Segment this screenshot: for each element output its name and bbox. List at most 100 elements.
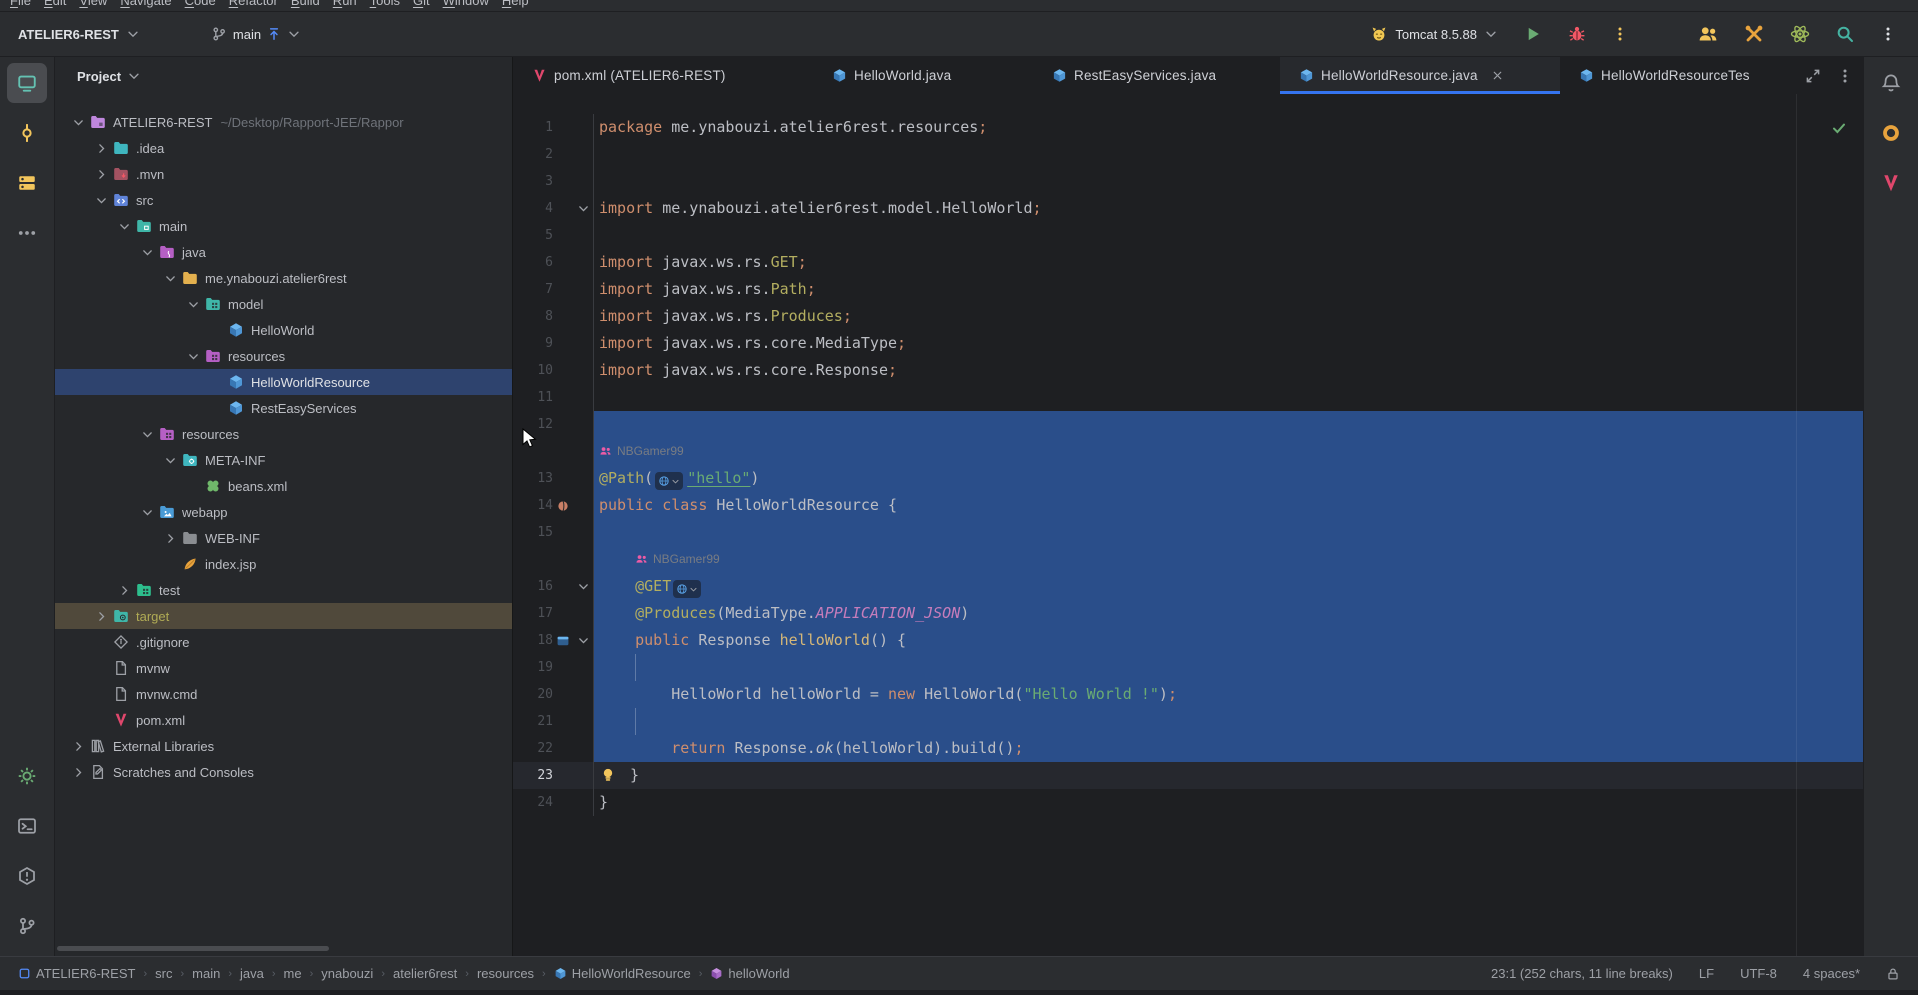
tree-item--gitignore[interactable]: .gitignore [55,629,512,655]
menu-item-file[interactable]: File [10,0,31,4]
code-text[interactable]: } [593,789,1863,816]
code-text[interactable]: import javax.ws.rs.Path; [593,276,1863,303]
tree-item-resources[interactable]: resources [55,421,512,447]
tab-helloworldresourcetes[interactable]: HelloWorldResourceTes [1560,57,1791,94]
code-text[interactable] [593,141,1863,168]
code-editor[interactable]: 1package me.ynabouzi.atelier6rest.resour… [513,94,1863,956]
code-text[interactable]: } [593,762,1863,789]
tree-item-web-inf[interactable]: WEB-INF [55,525,512,551]
tree-item-scratches-and-consoles[interactable]: Scratches and Consoles [55,759,512,785]
tree-item-main[interactable]: main [55,213,512,239]
more-run-options-button[interactable] [1606,19,1634,49]
collapse-chevron-icon[interactable] [95,194,108,207]
horizontal-scrollbar[interactable] [57,946,329,951]
project-tool-button[interactable] [7,63,47,103]
breadcrumb-atelier6-rest[interactable]: ATELIER6-REST [18,966,135,981]
expand-chevron-icon[interactable] [95,142,108,155]
menu-item-refactor[interactable]: Refactor [229,0,278,4]
run-configuration-selector[interactable]: Tomcat 8.5.88 [1364,19,1504,49]
breadcrumb-helloworldresource[interactable]: HelloWorldResource [554,966,691,981]
menu-item-edit[interactable]: Edit [44,0,66,4]
url-inlay[interactable] [655,472,683,490]
menu-item-view[interactable]: View [79,0,107,4]
code-text[interactable]: import javax.ws.rs.Produces; [593,303,1863,330]
menu-item-window[interactable]: Window [443,0,489,4]
tree-item-meta-inf[interactable]: META-INF [55,447,512,473]
tab-resteasyservices-java[interactable]: RestEasyServices.java [1033,57,1280,94]
more-tool-windows-button[interactable] [7,213,47,253]
indent-setting[interactable]: 4 spaces* [1803,966,1860,981]
menu-item-git[interactable]: Git [413,0,430,4]
breadcrumb-resources[interactable]: resources [477,966,534,981]
tree-item-helloworldresource[interactable]: HelloWorldResource [55,369,512,395]
maven-button[interactable] [1871,163,1911,203]
collapse-chevron-icon[interactable] [118,220,131,233]
tab-helloworldresource-java[interactable]: HelloWorldResource.java [1280,57,1560,94]
code-text[interactable]: @Path("hello") [593,465,1863,492]
api-gutter-icon[interactable] [556,634,570,648]
menu-item-build[interactable]: Build [291,0,320,4]
tree-item-mvnw[interactable]: mvnw [55,655,512,681]
breadcrumb-atelier6rest[interactable]: atelier6rest [393,966,457,981]
breadcrumb-ynabouzi[interactable]: ynabouzi [321,966,373,981]
code-text[interactable] [593,222,1863,249]
collapse-chevron-icon[interactable] [141,428,154,441]
bean-gutter-icon[interactable] [556,499,570,513]
tree-item-resources[interactable]: resources [55,343,512,369]
code-with-me-button[interactable] [1692,19,1724,49]
settings-menu-button[interactable] [1874,19,1902,49]
code-text[interactable]: NBGamer99 [593,546,1863,573]
fold-chevron-icon[interactable] [577,634,590,647]
tree-item-test[interactable]: test [55,577,512,603]
debug-button[interactable] [1562,19,1592,49]
code-text[interactable]: @Produces(MediaType.APPLICATION_JSON) [593,600,1863,627]
intention-bulb-icon[interactable] [599,766,617,784]
code-text[interactable]: import javax.ws.rs.GET; [593,249,1863,276]
collapse-chevron-icon[interactable] [72,116,85,129]
tree-item-src[interactable]: src [55,187,512,213]
breadcrumb-src[interactable]: src [155,966,172,981]
tab-helloworld-java[interactable]: HelloWorld.java [813,57,1033,94]
tree-item--mvn[interactable]: .mvn [55,161,512,187]
code-text[interactable] [593,654,1863,681]
plugin-atom-button[interactable] [1784,19,1816,49]
tree-item-java[interactable]: java [55,239,512,265]
expand-chevron-icon[interactable] [164,532,177,545]
expand-chevron-icon[interactable] [72,740,85,753]
tree-item-beans-xml[interactable]: beans.xml [55,473,512,499]
tree-item-webapp[interactable]: webapp [55,499,512,525]
url-inlay[interactable] [673,580,701,598]
run-button[interactable] [1518,19,1548,49]
caret-position[interactable]: 23:1 (252 chars, 11 line breaks) [1491,966,1673,981]
chevron-down-icon[interactable] [127,69,141,83]
tree-item-external-libraries[interactable]: External Libraries [55,733,512,759]
close-tab-icon[interactable] [1491,69,1504,82]
tree-item-model[interactable]: model [55,291,512,317]
tab-options-icon[interactable] [1837,68,1853,84]
code-author-inlay[interactable]: NBGamer99 [617,438,684,465]
breadcrumb-java[interactable]: java [240,966,264,981]
tree-item-helloworld[interactable]: HelloWorld [55,317,512,343]
code-text[interactable]: import javax.ws.rs.core.MediaType; [593,330,1863,357]
chevron-down-icon[interactable] [287,27,301,41]
fold-chevron-icon[interactable] [577,202,590,215]
push-arrow-icon[interactable] [267,27,281,41]
menu-item-run[interactable]: Run [333,0,357,4]
code-text[interactable]: HelloWorld helloWorld = new HelloWorld("… [593,681,1863,708]
branch-widget[interactable]: main [211,26,301,42]
code-text[interactable]: @GET [593,573,1863,600]
code-text[interactable]: NBGamer99 [593,438,1863,465]
code-text[interactable]: import me.ynabouzi.atelier6rest.model.He… [593,195,1863,222]
expand-chevron-icon[interactable] [72,766,85,779]
structure-tool-button[interactable] [7,163,47,203]
notifications-button[interactable] [1871,63,1911,103]
code-text[interactable] [593,519,1863,546]
tree-item--idea[interactable]: .idea [55,135,512,161]
code-text[interactable] [593,384,1863,411]
collapse-chevron-icon[interactable] [187,350,200,363]
project-selector[interactable]: ATELIER6-REST [18,27,119,42]
endpoints-button[interactable] [1871,113,1911,153]
tab-pom-xml-atelier6-rest-[interactable]: pom.xml (ATELIER6-REST) [513,57,813,94]
problems-tool-button[interactable] [7,856,47,896]
code-text[interactable]: package me.ynabouzi.atelier6rest.resourc… [593,114,1863,141]
